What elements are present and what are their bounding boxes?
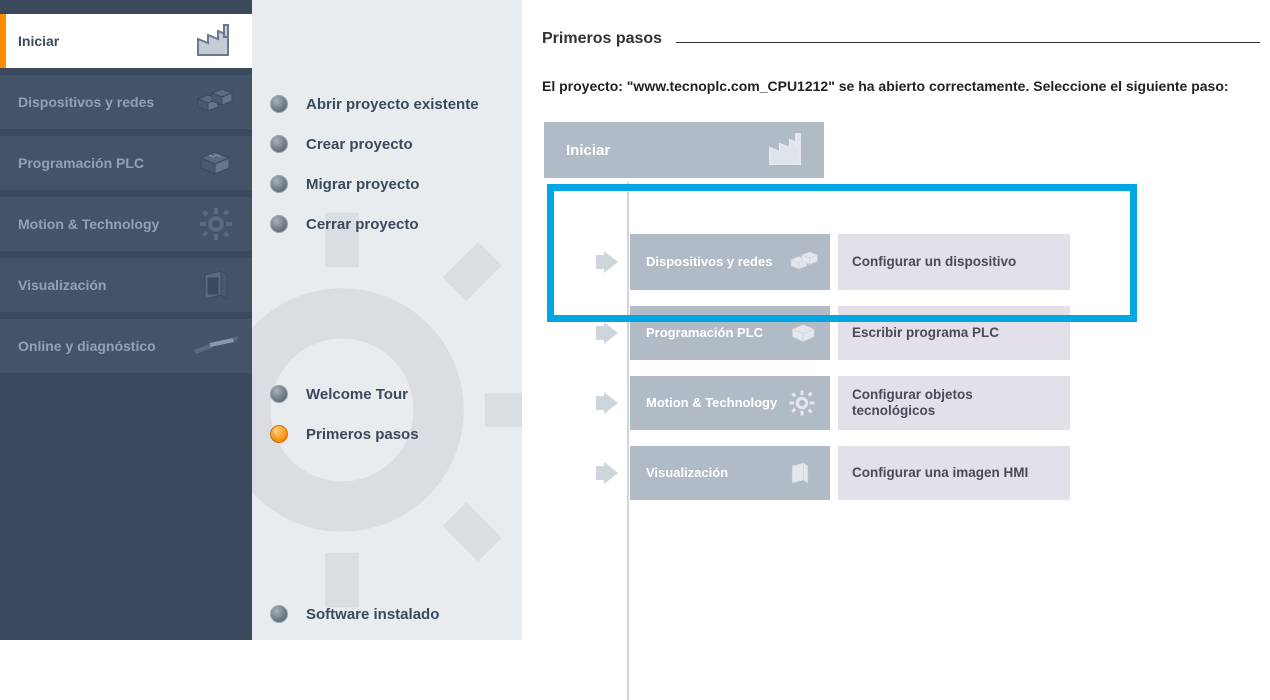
flow-step-category: Dispositivos y redes (630, 234, 830, 290)
nav-motion[interactable]: Motion & Technology (0, 197, 252, 251)
flow-step-category-label: Dispositivos y redes (646, 255, 772, 270)
flow-step-category: Programación PLC (630, 306, 830, 360)
flow-diagram: Iniciar Dispositivos y redes (542, 122, 1260, 500)
action-label: Crear proyecto (306, 136, 413, 153)
action-migrate-project[interactable]: Migrar proyecto (270, 164, 504, 204)
plc-icon (788, 320, 822, 346)
arrow-right-icon (592, 247, 622, 277)
action-help[interactable]: Ayuda (270, 634, 504, 640)
action-open-project[interactable]: Abrir proyecto existente (270, 84, 504, 124)
factory-icon (764, 130, 812, 170)
title-divider (676, 42, 1260, 43)
flow-step-action-label: Escribir programa PLC (852, 325, 999, 341)
actions-group-info: Software instalado Ayuda (270, 594, 504, 640)
flow-step-category-label: Visualización (646, 466, 728, 481)
gear-icon (192, 204, 240, 244)
page-title: Primeros pasos (542, 30, 662, 48)
action-label: Cerrar proyecto (306, 216, 419, 233)
action-close-project[interactable]: Cerrar proyecto (270, 204, 504, 244)
flow-step-category: Visualización (630, 446, 830, 500)
screen-icon (788, 459, 822, 487)
devices-icon (788, 248, 822, 276)
nav-label: Dispositivos y redes (18, 94, 192, 111)
nav-visualizacion[interactable]: Visualización (0, 258, 252, 312)
flow-step-category-label: Programación PLC (646, 326, 763, 341)
nav-label: Programación PLC (18, 155, 192, 172)
flow-step-action-label: Configurar un dispositivo (852, 254, 1016, 270)
nav-programacion[interactable]: Programación PLC (0, 136, 252, 190)
plc-icon (192, 143, 240, 183)
info-message: El proyecto: "www.tecnoplc.com_CPU1212" … (542, 78, 1260, 94)
flow-step-devices[interactable]: Dispositivos y redes Configurar un dispo… (592, 234, 1260, 290)
nav-online[interactable]: Online y diagnóstico (0, 319, 252, 373)
action-label: Abrir proyecto existente (306, 96, 479, 113)
action-first-steps[interactable]: Primeros pasos (270, 414, 504, 454)
nav-label: Visualización (18, 277, 192, 294)
action-welcome-tour[interactable]: Welcome Tour (270, 374, 504, 414)
action-installed-software[interactable]: Software instalado (270, 594, 504, 634)
screen-icon (192, 265, 240, 305)
sidebar-nav: Iniciar Dispositivos y redes (0, 0, 252, 640)
flow-step-plc[interactable]: Programación PLC Escribir programa PLC (592, 306, 1260, 360)
gear-icon (788, 389, 822, 417)
action-label: Software instalado (306, 606, 439, 623)
bullet-icon (270, 95, 288, 113)
bullet-icon (270, 175, 288, 193)
action-label: Welcome Tour (306, 386, 408, 403)
flow-step-action[interactable]: Configurar objetos tecnológicos (838, 376, 1070, 430)
flow-step-action-label: Configurar una imagen HMI (852, 465, 1028, 481)
devices-icon (192, 82, 240, 122)
action-label: Migrar proyecto (306, 176, 419, 193)
flow-start-label: Iniciar (566, 142, 610, 159)
bullet-icon (270, 215, 288, 233)
nav-label: Iniciar (18, 33, 192, 50)
flow-step-action[interactable]: Escribir programa PLC (838, 306, 1070, 360)
nav-label: Motion & Technology (18, 216, 192, 233)
actions-group-help: Welcome Tour Primeros pasos (270, 374, 504, 454)
actions-group-project: Abrir proyecto existente Crear proyecto … (270, 84, 504, 244)
flow-start-card[interactable]: Iniciar (544, 122, 824, 178)
action-create-project[interactable]: Crear proyecto (270, 124, 504, 164)
arrow-right-icon (592, 388, 622, 418)
flow-step-visual[interactable]: Visualización Configurar una imagen HMI (592, 446, 1260, 500)
nav-iniciar[interactable]: Iniciar (0, 14, 252, 68)
bullet-icon (270, 135, 288, 153)
screwdriver-icon (192, 326, 240, 366)
factory-icon (192, 21, 240, 61)
flow-step-action-label: Configurar objetos tecnológicos (852, 387, 1056, 418)
flow-step-action[interactable]: Configurar un dispositivo (838, 234, 1070, 290)
arrow-right-icon (592, 458, 622, 488)
main-content: Primeros pasos El proyecto: "www.tecnopl… (522, 0, 1270, 640)
actions-panel: Abrir proyecto existente Crear proyecto … (252, 0, 522, 640)
flow-step-motion[interactable]: Motion & Technology Configurar objetos t… (592, 376, 1260, 430)
nav-dispositivos[interactable]: Dispositivos y redes (0, 75, 252, 129)
arrow-right-icon (592, 318, 622, 348)
bullet-icon (270, 385, 288, 403)
flow-step-action[interactable]: Configurar una imagen HMI (838, 446, 1070, 500)
flow-step-category: Motion & Technology (630, 376, 830, 430)
bullet-icon (270, 605, 288, 623)
bullet-icon (270, 425, 288, 443)
action-label: Primeros pasos (306, 426, 419, 443)
nav-label: Online y diagnóstico (18, 338, 192, 355)
flow-step-category-label: Motion & Technology (646, 396, 777, 411)
